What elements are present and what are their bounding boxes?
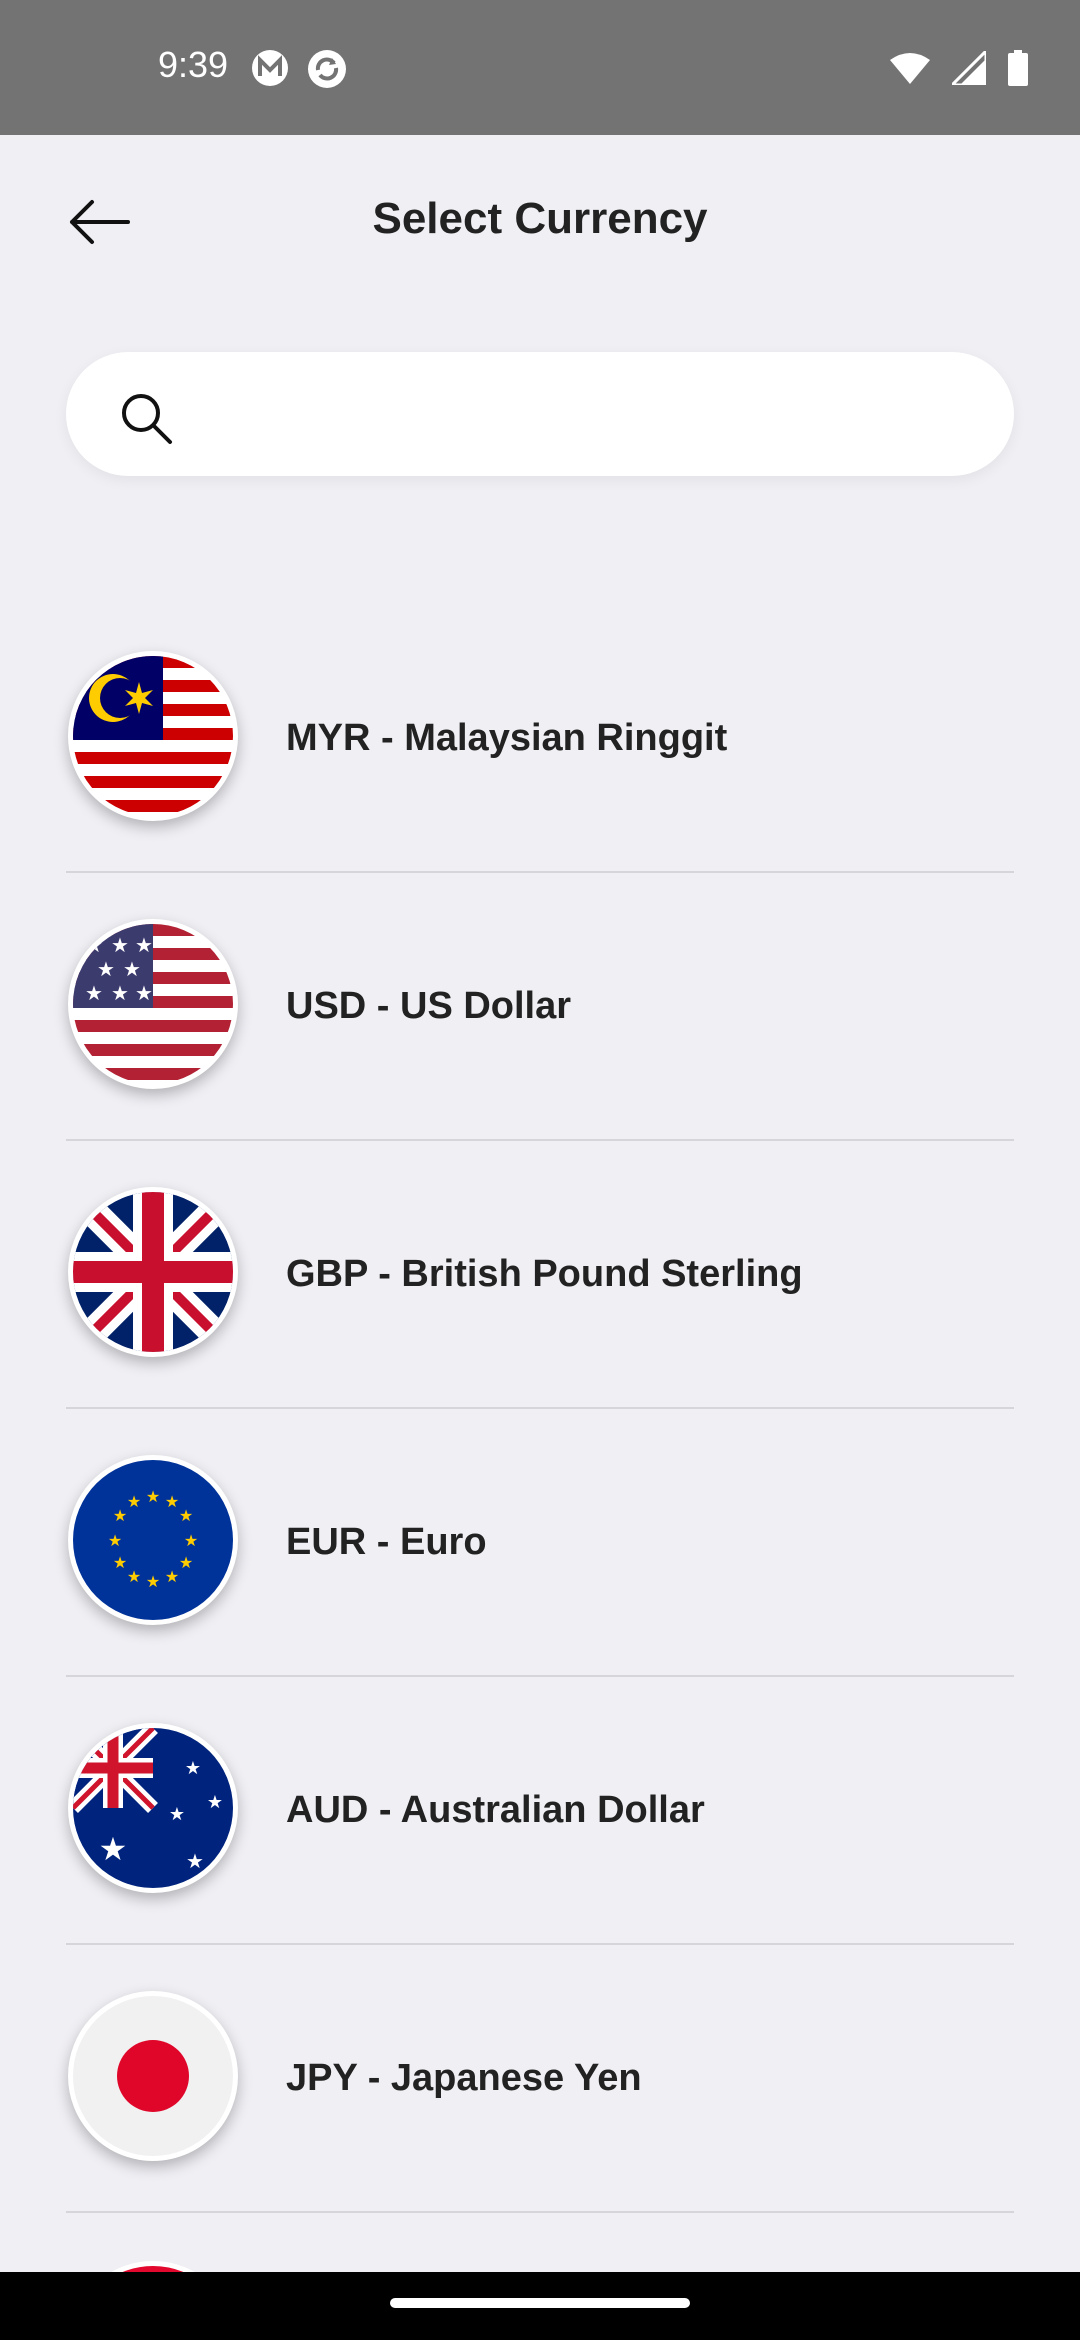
currency-label: EUR - Euro — [286, 1521, 487, 1563]
svg-text:★: ★ — [184, 1531, 198, 1550]
usa-flag-icon: ★ ★ ★ ★ ★ ★ ★ ★ — [68, 919, 238, 1089]
currency-item-gbp[interactable]: GBP - British Pound Sterling — [66, 1141, 1014, 1409]
svg-text:★: ★ — [185, 1758, 201, 1779]
svg-text:★: ★ — [127, 1492, 141, 1511]
svg-text:★: ★ — [207, 1792, 223, 1813]
currency-list: MYR - Malaysian Ringgit ★ ★ ★ ★ ★ ★ ★ ★ U — [66, 605, 1014, 2293]
malaysia-flag-icon — [68, 651, 238, 821]
svg-text:★: ★ — [179, 1553, 193, 1572]
svg-text:★: ★ — [108, 1531, 122, 1550]
home-indicator[interactable] — [390, 2298, 690, 2308]
currency-label: AUD - Australian Dollar — [286, 1789, 705, 1831]
svg-text:★: ★ — [97, 957, 115, 981]
page-title: Select Currency — [372, 194, 708, 243]
status-time: 9:39 — [158, 44, 229, 85]
japan-flag-icon — [68, 1991, 238, 2161]
system-navigation-bar — [0, 2272, 1080, 2340]
currency-item-myr[interactable]: MYR - Malaysian Ringgit — [66, 605, 1014, 873]
svg-text:★: ★ — [186, 1849, 204, 1873]
svg-text:★: ★ — [127, 1567, 141, 1586]
currency-label: MYR - Malaysian Ringgit — [286, 717, 728, 759]
svg-text:★: ★ — [146, 1487, 160, 1506]
battery-icon — [1008, 50, 1028, 86]
svg-text:★: ★ — [85, 981, 103, 1005]
signal-icon — [952, 51, 986, 85]
search-bar[interactable] — [66, 352, 1014, 478]
eu-flag-icon: ★ ★ ★ ★ ★ ★ ★ ★ ★ ★ ★ ★ — [68, 1455, 238, 1625]
svg-text:★: ★ — [99, 1830, 128, 1868]
svg-text:★: ★ — [179, 1506, 193, 1525]
currency-label: JPY - Japanese Yen — [286, 2057, 642, 2099]
svg-text:★: ★ — [111, 933, 129, 957]
currency-item-aud[interactable]: ★ ★ ★ ★ ★ AUD - Australian Dollar — [66, 1677, 1014, 1945]
svg-text:★: ★ — [123, 957, 141, 981]
search-icon — [122, 394, 172, 444]
wifi-icon — [890, 53, 930, 84]
svg-text:★: ★ — [113, 1506, 127, 1525]
svg-text:★: ★ — [135, 981, 153, 1005]
currency-item-jpy[interactable]: JPY - Japanese Yen — [66, 1945, 1014, 2213]
uk-flag-icon — [68, 1187, 238, 1357]
sync-icon — [308, 50, 346, 88]
status-notification-icons — [250, 48, 348, 90]
status-system-icons — [890, 50, 1028, 86]
svg-text:★: ★ — [111, 981, 129, 1005]
australia-flag-icon: ★ ★ ★ ★ ★ — [68, 1723, 238, 1893]
svg-text:★: ★ — [146, 1572, 160, 1591]
app-m-icon — [252, 50, 288, 86]
svg-text:★: ★ — [135, 933, 153, 957]
currency-label: GBP - British Pound Sterling — [286, 1253, 803, 1295]
svg-text:★: ★ — [165, 1567, 179, 1586]
status-bar: 9:39 — [0, 0, 1080, 135]
currency-label: USD - US Dollar — [286, 985, 572, 1027]
svg-text:★: ★ — [169, 1804, 185, 1825]
currency-item-usd[interactable]: ★ ★ ★ ★ ★ ★ ★ ★ USD - US Dollar — [66, 873, 1014, 1141]
currency-item-eur[interactable]: ★ ★ ★ ★ ★ ★ ★ ★ ★ ★ ★ ★ EUR - Euro — [66, 1409, 1014, 1677]
svg-text:★: ★ — [113, 1553, 127, 1572]
svg-text:★: ★ — [85, 933, 103, 957]
svg-text:★: ★ — [165, 1492, 179, 1511]
search-input[interactable] — [196, 352, 980, 478]
